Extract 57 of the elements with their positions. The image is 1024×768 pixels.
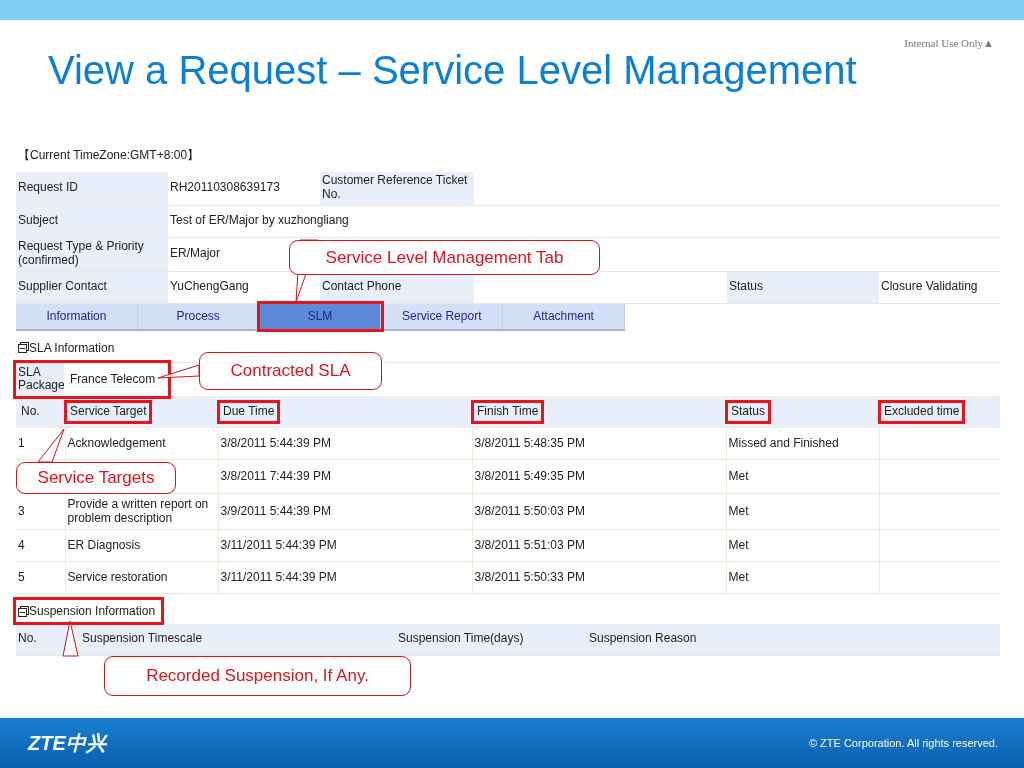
logo: ZTE中兴 bbox=[28, 731, 106, 756]
field-value: France Telecom bbox=[69, 371, 157, 388]
table-cell: 3/8/2011 5:48:35 PM bbox=[472, 427, 726, 460]
classification-label: Internal Use Only▲ bbox=[904, 36, 994, 51]
table-cell: 3/8/2011 7:44:39 PM bbox=[218, 459, 472, 494]
callout-pointer bbox=[37, 428, 65, 463]
column-header: Service Target bbox=[67, 402, 150, 421]
callout-pointer bbox=[157, 364, 200, 379]
section-header[interactable]: Suspension Information bbox=[16, 600, 162, 622]
field-label: Request ID bbox=[16, 172, 168, 205]
field-value: Test of ER/Major by xuzhongliang bbox=[168, 205, 1000, 237]
callout-pointer bbox=[62, 620, 79, 657]
table-cell: Met bbox=[726, 561, 879, 594]
table-cell: Missed and Finished bbox=[726, 427, 879, 460]
table-cell: 3/8/2011 5:50:03 PM bbox=[472, 493, 726, 530]
table-cell: 3/11/2011 5:44:39 PM bbox=[218, 561, 472, 594]
table-cell: 3/8/2011 5:50:33 PM bbox=[472, 561, 726, 594]
field-label: Customer Reference Ticket No. bbox=[320, 172, 474, 205]
tab[interactable]: Attachment bbox=[503, 303, 625, 329]
field-label: Request Type & Priority (confirmed) bbox=[16, 237, 168, 271]
table-cell: 3/9/2011 5:44:39 PM bbox=[218, 493, 472, 530]
field-value: Closure Validating bbox=[879, 271, 1000, 303]
tab[interactable]: Information bbox=[16, 303, 138, 329]
table-cell: Met bbox=[726, 529, 879, 562]
tab[interactable]: SLM bbox=[259, 303, 382, 329]
table-cell: 3/8/2011 5:44:39 PM bbox=[218, 427, 472, 460]
table-cell: 3/11/2011 5:44:39 PM bbox=[218, 529, 472, 562]
tab[interactable]: Service Report bbox=[381, 303, 504, 329]
callout: Contracted SLA bbox=[199, 352, 382, 390]
column-header: Excluded time bbox=[881, 402, 963, 421]
table-cell: 3/8/2011 5:49:35 PM bbox=[472, 459, 726, 494]
column-header: Suspension Timescale bbox=[80, 624, 396, 655]
timezone-label: 【Current TimeZone:GMT+8:00】 bbox=[17, 147, 201, 164]
column-header: Suspension Time(days) bbox=[396, 624, 587, 655]
field-label: Supplier Contact bbox=[16, 271, 168, 303]
field-label: Status bbox=[727, 271, 879, 303]
copyright-text: © ZTE Corporation. All rights reserved. bbox=[808, 735, 998, 751]
table-cell: Acknowledgement bbox=[65, 427, 218, 460]
callout: Recorded Suspension, If Any. bbox=[104, 656, 411, 696]
collapse-icon[interactable] bbox=[18, 605, 29, 617]
table-cell: Met bbox=[726, 459, 879, 494]
slide-title: View a Request – Service Level Management bbox=[48, 46, 858, 94]
table-cell: ER Diagnosis bbox=[65, 529, 218, 562]
column-header: Finish Time bbox=[474, 402, 542, 421]
column-header: Suspension Reason bbox=[587, 624, 1000, 655]
table-cell: 4 bbox=[16, 529, 65, 562]
field-label: Subject bbox=[16, 205, 168, 237]
table-cell: 3/8/2011 5:51:03 PM bbox=[472, 529, 726, 562]
section-header[interactable]: SLA Information bbox=[16, 336, 121, 359]
table-cell: 5 bbox=[16, 561, 65, 594]
column-header: Status bbox=[728, 402, 769, 421]
collapse-icon[interactable] bbox=[18, 342, 29, 353]
column-header: Due Time bbox=[220, 402, 278, 421]
table-cell: Met bbox=[726, 493, 879, 530]
field-label: SLA Package bbox=[16, 362, 64, 396]
table-cell: Service restoration bbox=[65, 561, 218, 594]
column-header: No. bbox=[20, 402, 41, 420]
